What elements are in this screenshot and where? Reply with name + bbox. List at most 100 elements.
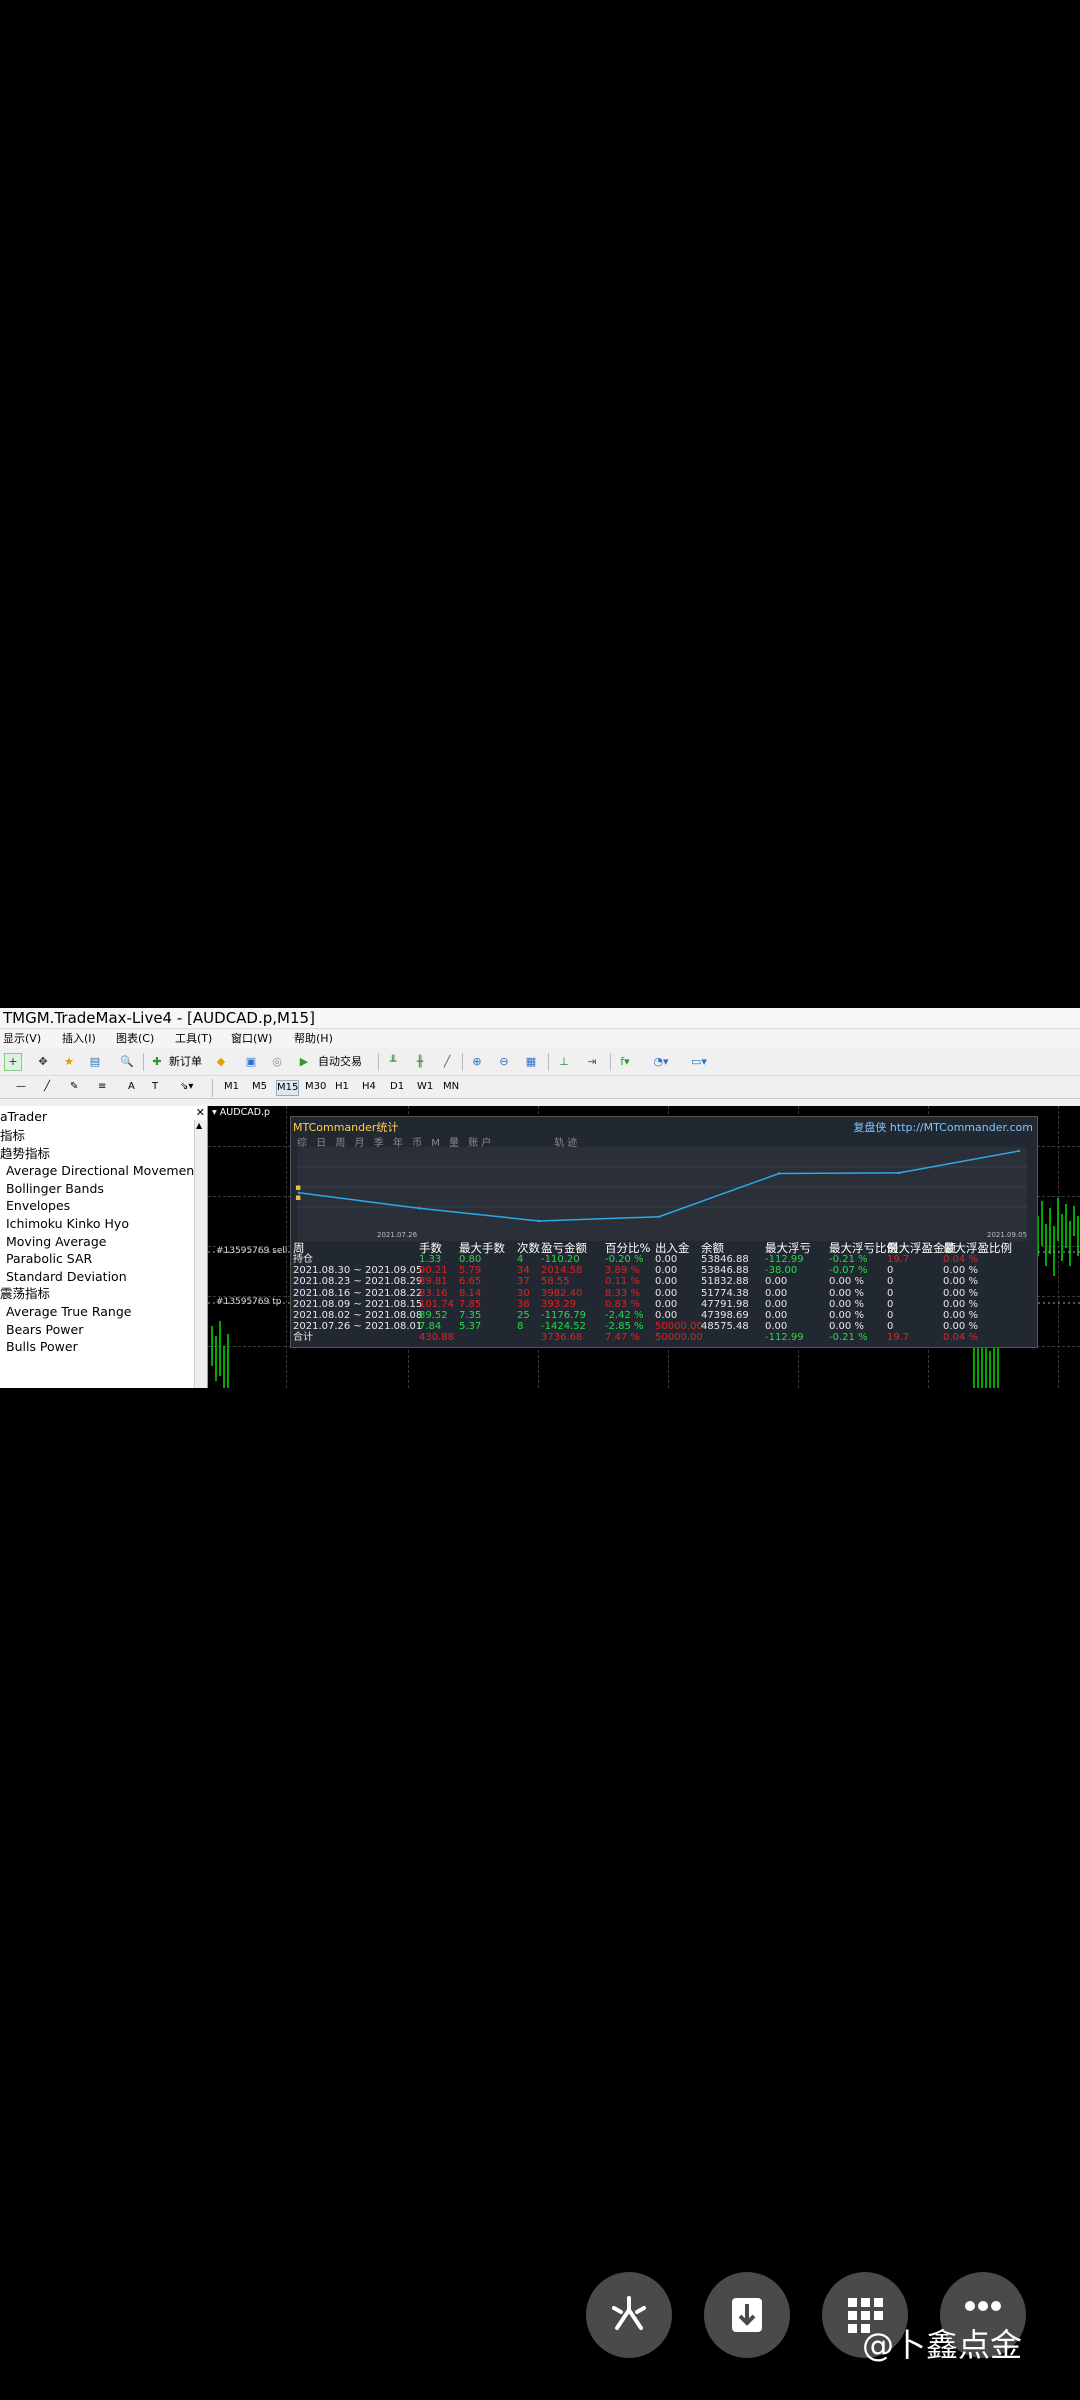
arrows-icon[interactable]: ⇘▾: [180, 1080, 193, 1094]
timeframe-m1[interactable]: M1: [224, 1080, 239, 1094]
table-cell: 3982.40: [541, 1287, 583, 1299]
table-cell: 89.52: [419, 1310, 448, 1321]
table-cell: -112.99: [765, 1332, 804, 1344]
timeframe-h1[interactable]: H1: [335, 1080, 349, 1094]
table-cell: 2021.08.30 ~ 2021.09.05: [293, 1265, 423, 1277]
metaeditor-icon[interactable]: ◆: [212, 1053, 230, 1071]
table-cell: 50000.00: [655, 1321, 703, 1333]
navigator-item[interactable]: 指标: [0, 1128, 25, 1144]
menu-tools[interactable]: 工具(T): [175, 1030, 212, 1048]
table-cell: 36: [517, 1298, 530, 1310]
table-cell: 0.04 %: [943, 1332, 978, 1344]
sparkle-button[interactable]: [586, 2272, 672, 2358]
horizontal-line-icon[interactable]: —: [16, 1080, 26, 1094]
text-label-icon[interactable]: T: [152, 1080, 158, 1094]
menu-bar: 显示(V) 插入(I) 图表(C) 工具(T) 窗口(W) 帮助(H): [0, 1030, 1080, 1048]
auto-trading-button[interactable]: 自动交易: [318, 1054, 362, 1070]
navigator-item[interactable]: Bollinger Bands: [6, 1181, 104, 1197]
tile-windows-icon[interactable]: ▦: [522, 1053, 540, 1071]
column-header: 最大浮亏: [765, 1241, 811, 1255]
timeframe-mn[interactable]: MN: [443, 1080, 459, 1094]
timeframe-m15[interactable]: M15: [276, 1080, 300, 1096]
column-header: 百分比%: [605, 1241, 651, 1255]
table-cell: 0.00 %: [829, 1287, 864, 1299]
navigator-item[interactable]: Parabolic SAR: [6, 1251, 92, 1267]
fibonacci-icon[interactable]: ✎: [70, 1080, 78, 1094]
indicators-icon[interactable]: f▾: [616, 1053, 634, 1071]
panel-title: MTCommander统计: [293, 1121, 399, 1134]
periods-icon[interactable]: ◔▾: [652, 1053, 670, 1071]
navigator-item[interactable]: 趋势指标: [0, 1146, 50, 1162]
navigator-scrollbar[interactable]: ▲: [194, 1120, 207, 1388]
panel-link-label[interactable]: 复盘侠: [853, 1121, 886, 1134]
zoom-out-icon[interactable]: ⊖: [495, 1053, 513, 1071]
navigator-item[interactable]: Average True Range: [6, 1304, 131, 1320]
navigator-item[interactable]: 震荡指标: [0, 1286, 50, 1302]
line-chart-icon[interactable]: ╱: [438, 1053, 456, 1071]
table-cell: 0.00: [655, 1276, 678, 1288]
menu-help[interactable]: 帮助(H): [294, 1030, 333, 1048]
trendline-icon[interactable]: ╱: [44, 1080, 50, 1094]
navigator-item[interactable]: Standard Deviation: [6, 1269, 127, 1285]
table-cell: -110.20: [541, 1254, 580, 1265]
table-cell: 5.37: [459, 1321, 482, 1333]
new-order-button[interactable]: 新订单: [169, 1054, 202, 1070]
zoom-in-icon[interactable]: ⊕: [468, 1053, 486, 1071]
channel-icon[interactable]: ≡: [98, 1080, 106, 1094]
templates-icon[interactable]: ▭▾: [690, 1053, 708, 1071]
menu-insert[interactable]: 插入(I): [62, 1030, 96, 1048]
strategy-tester-icon[interactable]: ◎: [268, 1053, 286, 1071]
navigator-item[interactable]: Average Directional Movemen: [6, 1163, 194, 1179]
balance-point: [777, 1172, 781, 1175]
new-order-icon[interactable]: ✚: [148, 1053, 166, 1071]
navigator-item[interactable]: Ichimoku Kinko Hyo: [6, 1216, 129, 1232]
table-cell: 0.00 %: [943, 1287, 978, 1299]
standard-toolbar: + ✥ ★ ▤ 🔍 ✚ 新订单 ◆ ▣ ◎ ▶ 自动交易 ╨ ╫ ╱ ⊕ ⊖ ▦…: [0, 1049, 1080, 1076]
zoom-window-icon[interactable]: 🔍: [118, 1053, 136, 1071]
candlestick-icon[interactable]: ╫: [411, 1053, 429, 1071]
column-header: 次数: [517, 1241, 540, 1255]
timeframe-w1[interactable]: W1: [417, 1080, 433, 1094]
scroll-up-icon[interactable]: ▲: [196, 1121, 202, 1130]
close-icon[interactable]: ✕: [196, 1106, 205, 1119]
menu-charts[interactable]: 图表(C): [116, 1030, 154, 1048]
chart-date-end: 2021.09.05: [987, 1231, 1028, 1239]
timeframe-m5[interactable]: M5: [252, 1080, 267, 1094]
timeframe-d1[interactable]: D1: [390, 1080, 404, 1094]
table-cell: -2.85 %: [605, 1321, 644, 1333]
new-chart-icon[interactable]: +: [4, 1053, 22, 1071]
favorites-icon[interactable]: ★: [60, 1053, 78, 1071]
navigator-item[interactable]: Envelopes: [6, 1198, 70, 1214]
table-cell: 2021.08.09 ~ 2021.08.15: [293, 1298, 423, 1310]
chart-shift-icon[interactable]: ⊥: [555, 1053, 573, 1071]
navigator-item[interactable]: Bears Power: [6, 1322, 83, 1338]
text-icon[interactable]: A: [128, 1080, 135, 1094]
table-cell: 50000.00: [655, 1332, 703, 1344]
autoscroll-icon[interactable]: ⇥: [583, 1053, 601, 1071]
table-cell: -1176.79: [541, 1310, 586, 1321]
navigator-item[interactable]: Moving Average: [6, 1234, 106, 1250]
auto-trading-icon[interactable]: ▶: [295, 1053, 313, 1071]
menu-window[interactable]: 窗口(W): [231, 1030, 272, 1048]
panel-link[interactable]: 复盘侠 http://MTCommander.com: [853, 1119, 1033, 1135]
navigator-icon[interactable]: ▤: [86, 1053, 104, 1071]
table-row: 2021.07.26 ~ 2021.08.01 7.84 5.37 8 -1424.52…: [291, 1321, 1037, 1332]
menu-view[interactable]: 显示(V): [3, 1030, 41, 1048]
table-cell: 58.55: [541, 1276, 570, 1288]
balance-point: [897, 1171, 901, 1175]
table-row: 持仓 1.33 0.80 4 -110.20 -0.20 % 0.00 53846.88 -11…: [291, 1254, 1037, 1265]
bar-chart-icon[interactable]: ╨: [384, 1053, 402, 1071]
download-button[interactable]: [704, 2272, 790, 2358]
table-cell: 0.00: [655, 1310, 678, 1321]
window-title: TMGM.TradeMax-Live4 - [AUDCAD.p,M15]: [0, 1008, 1080, 1029]
table-cell: 101.74: [419, 1298, 454, 1310]
crosshair-move-icon[interactable]: ✥: [34, 1053, 52, 1071]
timeframe-h4[interactable]: H4: [362, 1080, 376, 1094]
navigator-item[interactable]: Bulls Power: [6, 1339, 78, 1355]
table-cell: 7.35: [459, 1310, 482, 1321]
terminal-icon[interactable]: ▣: [242, 1053, 260, 1071]
table-cell: 7.84: [419, 1321, 442, 1333]
table-cell: 3736.68: [541, 1332, 583, 1344]
panel-link-url[interactable]: http://MTCommander.com: [890, 1121, 1033, 1134]
timeframe-m30[interactable]: M30: [305, 1080, 326, 1094]
